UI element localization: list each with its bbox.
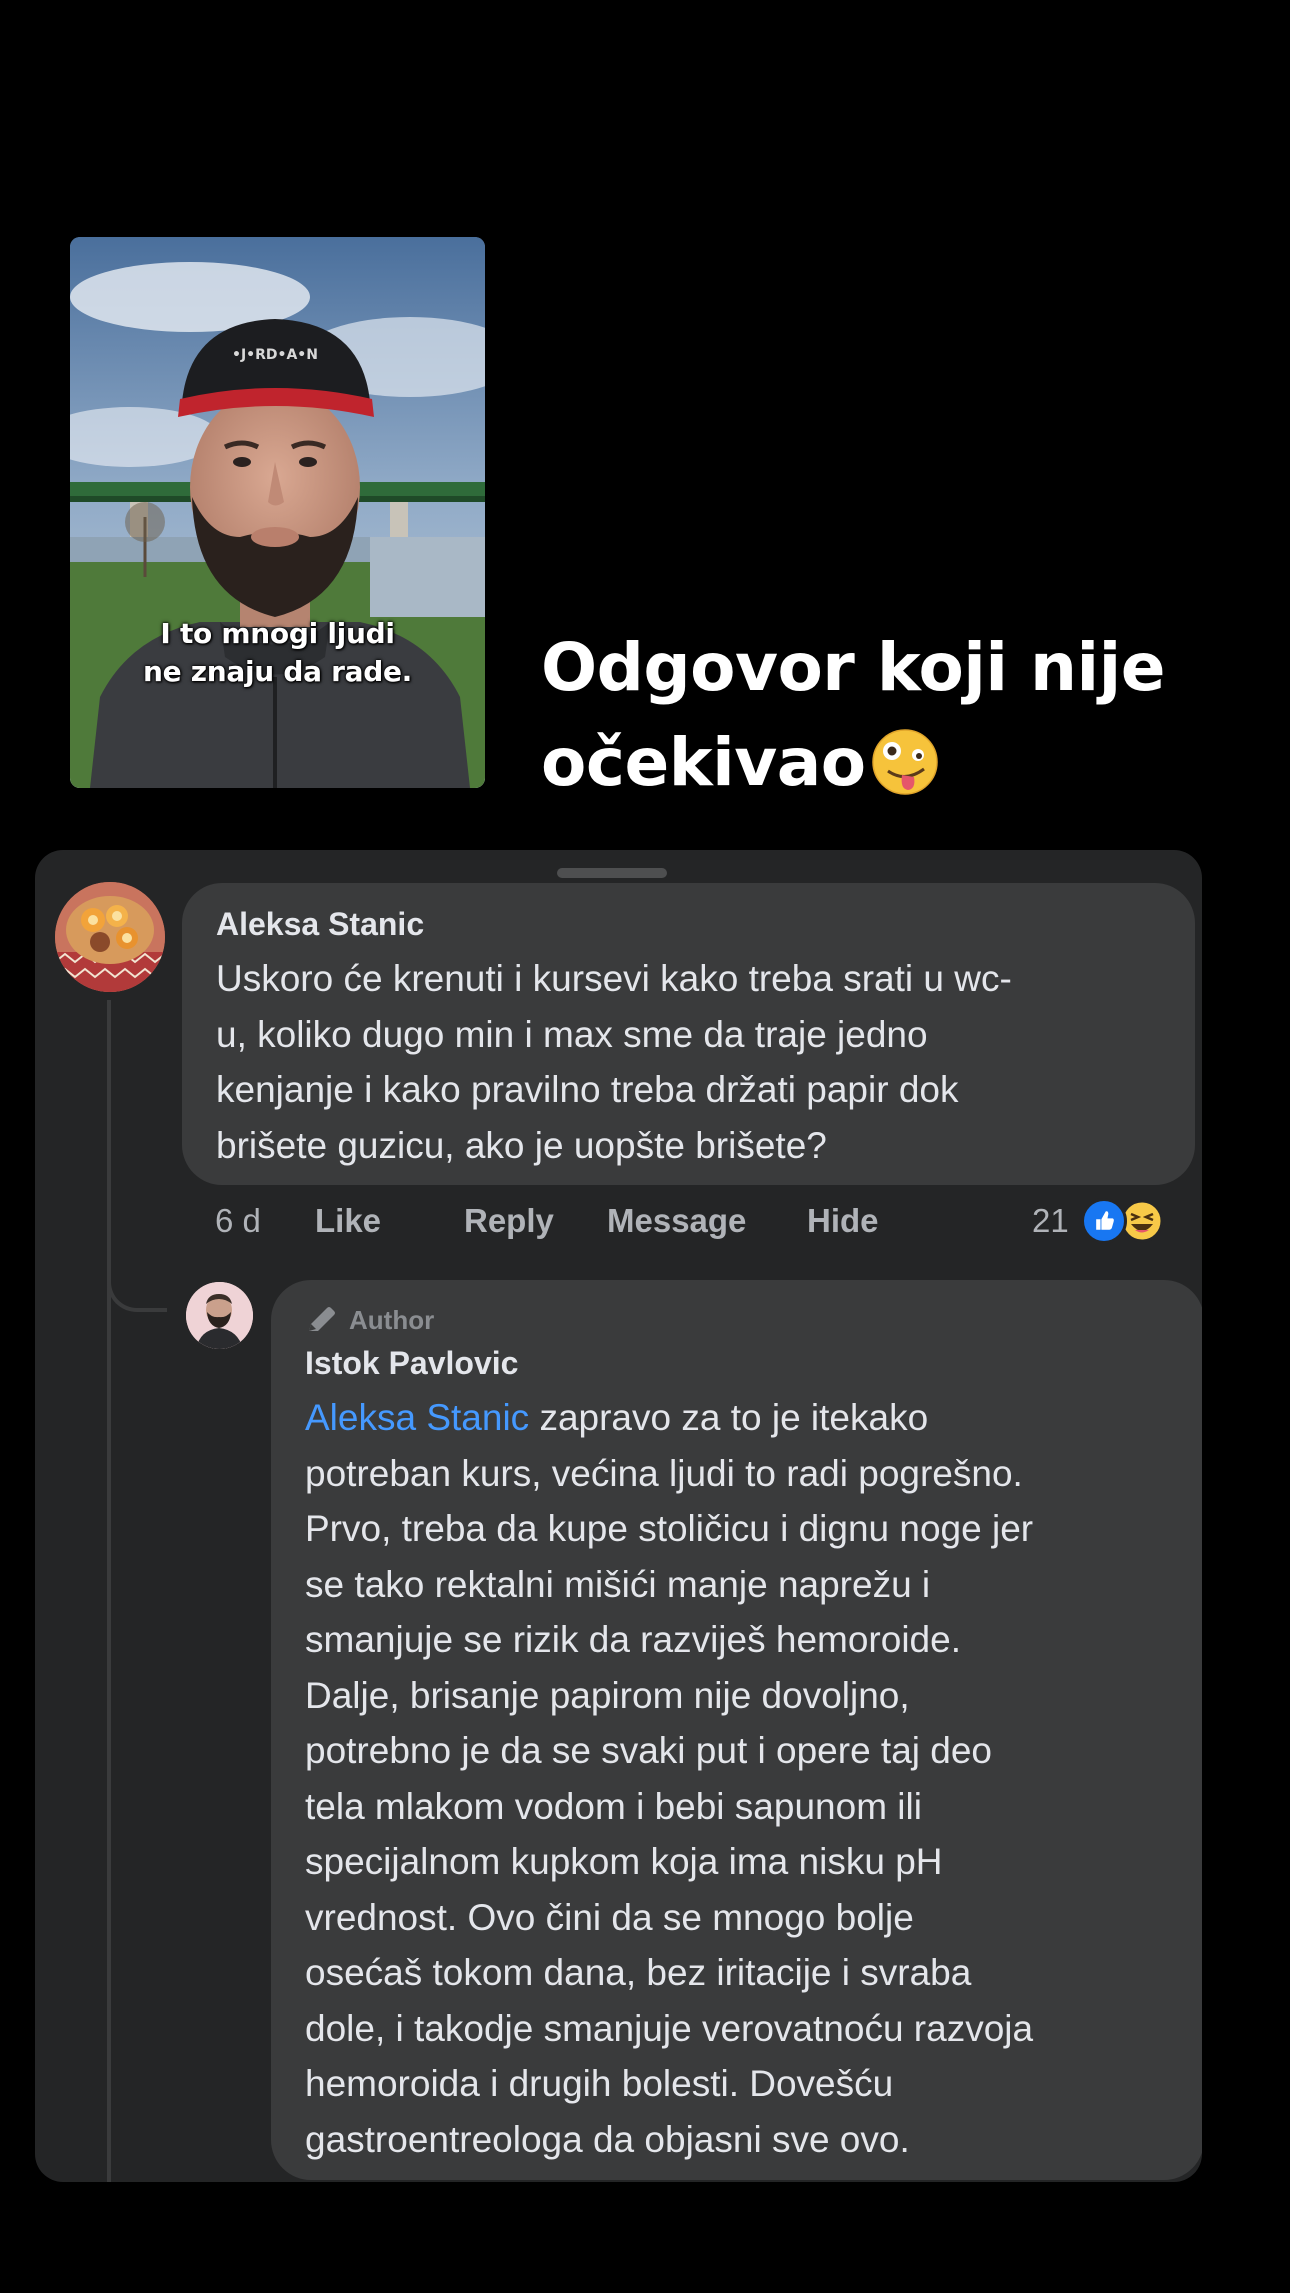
- avatar-image: [55, 882, 165, 992]
- video-caption: I to mnogi ljudi ne znaju da rade.: [70, 615, 485, 691]
- reply-text-line: specijalnom kupkom koja ima nisku pH: [305, 1841, 943, 1882]
- reply-text-line: smanjuje se rizik da razviješ hemoroide.: [305, 1619, 961, 1660]
- video-frame-image: •J•RD•A•N: [70, 237, 485, 788]
- drag-handle[interactable]: [557, 868, 667, 878]
- comment-text-line: brišete guzicu, ako je uopšte brišete?: [216, 1124, 827, 1166]
- headline-line-2: očekivao: [541, 715, 1241, 810]
- reply-text-line: Dalje, brisanje papirom nije dovoljno,: [305, 1674, 910, 1716]
- reply-text-line: hemoroida i drugih bolesti. Dovešću: [305, 2063, 894, 2104]
- reply-text-line: potreban kurs, većina ljudi to radi pogr…: [305, 1452, 1023, 1494]
- comment-timestamp[interactable]: 6 d: [215, 1196, 261, 1246]
- pencil-icon: [309, 1307, 335, 1331]
- hide-button[interactable]: Hide: [807, 1196, 879, 1246]
- reply-text-fragment: zapravo za to je itekako: [529, 1397, 929, 1438]
- thread-line-connector: [107, 1250, 167, 1312]
- headline-line: Odgovor koji nije: [541, 629, 1166, 706]
- message-button[interactable]: Message: [607, 1196, 746, 1246]
- mention-link[interactable]: Aleksa Stanic: [305, 1397, 529, 1438]
- reply-text-line: gastroentreologa da objasni sve ovo.: [305, 2118, 910, 2160]
- reply-text-line: potrebno je da se svaki put i opere taj …: [305, 1730, 993, 1771]
- reply-text-line: vrednost. Ovo čini da se mnogo bolje: [305, 1896, 914, 1938]
- like-icon: [1080, 1198, 1127, 1244]
- avatar[interactable]: [55, 882, 165, 992]
- video-thumbnail[interactable]: •J•RD•A•N I to mnogi ljudi ne znaju da r…: [70, 237, 485, 788]
- reply-text-line: se tako rektalni mišići manje naprežu i: [305, 1563, 931, 1605]
- comment-actions: 6 d Like Reply Message Hide 21: [215, 1196, 1202, 1246]
- reply-bubble[interactable]: Author Istok Pavlovic Aleksa Stanic zapr…: [271, 1280, 1202, 2180]
- comment-author[interactable]: Aleksa Stanic: [216, 901, 1161, 947]
- video-caption-line: I to mnogi ljudi: [160, 617, 395, 650]
- reply-text-line: Aleksa Stanic zapravo za to je itekako: [305, 1390, 1170, 1446]
- avatar-image: [186, 1282, 253, 1349]
- comment-text-line: Uskoro će krenuti i kursevi kako treba s…: [216, 958, 1012, 999]
- reply-text-line: tela mlakom vodom i bebi sapunom ili: [305, 1785, 922, 1827]
- video-caption-line: ne znaju da rade.: [142, 655, 413, 688]
- avatar[interactable]: [186, 1282, 253, 1349]
- reply-text: Aleksa Stanic zapravo za to je itekako p…: [305, 1390, 1170, 2167]
- reply-author[interactable]: Istok Pavlovic: [305, 1340, 1170, 1386]
- comment-text-line: kenjanje i kako pravilno treba držati pa…: [216, 1069, 959, 1110]
- headline: Odgovor koji nije očekivao: [541, 620, 1241, 810]
- comment-text: Uskoro će krenuti i kursevi kako treba s…: [216, 951, 1161, 1173]
- reply-button[interactable]: Reply: [464, 1196, 554, 1246]
- svg-text:•J•RD•A•N: •J•RD•A•N: [232, 347, 318, 363]
- reactions-summary[interactable]: 21: [1032, 1196, 1165, 1246]
- author-badge-label: Author: [349, 1305, 435, 1335]
- comment-text-line: u, koliko dugo min i max sme da traje je…: [216, 1013, 928, 1055]
- thread-line: [107, 1000, 111, 2182]
- reaction-count: 21: [1032, 1202, 1069, 1239]
- reply-text-line: Prvo, treba da kupe stoličicu i dignu no…: [305, 1508, 1034, 1549]
- author-badge: Author: [305, 1300, 1170, 1340]
- comments-panel: Aleksa Stanic Uskoro će krenuti i kursev…: [35, 850, 1202, 2182]
- like-button[interactable]: Like: [315, 1196, 381, 1246]
- comment-bubble[interactable]: Aleksa Stanic Uskoro će krenuti i kursev…: [182, 883, 1195, 1185]
- reply-text-line: osećaš tokom dana, bez iritacije i svrab…: [305, 1952, 972, 1993]
- zany-face-emoji-icon: [871, 729, 938, 795]
- headline-text: očekivao: [541, 724, 866, 801]
- reply-text-line: dole, i takodje smanjuje verovatnoću raz…: [305, 2007, 1034, 2049]
